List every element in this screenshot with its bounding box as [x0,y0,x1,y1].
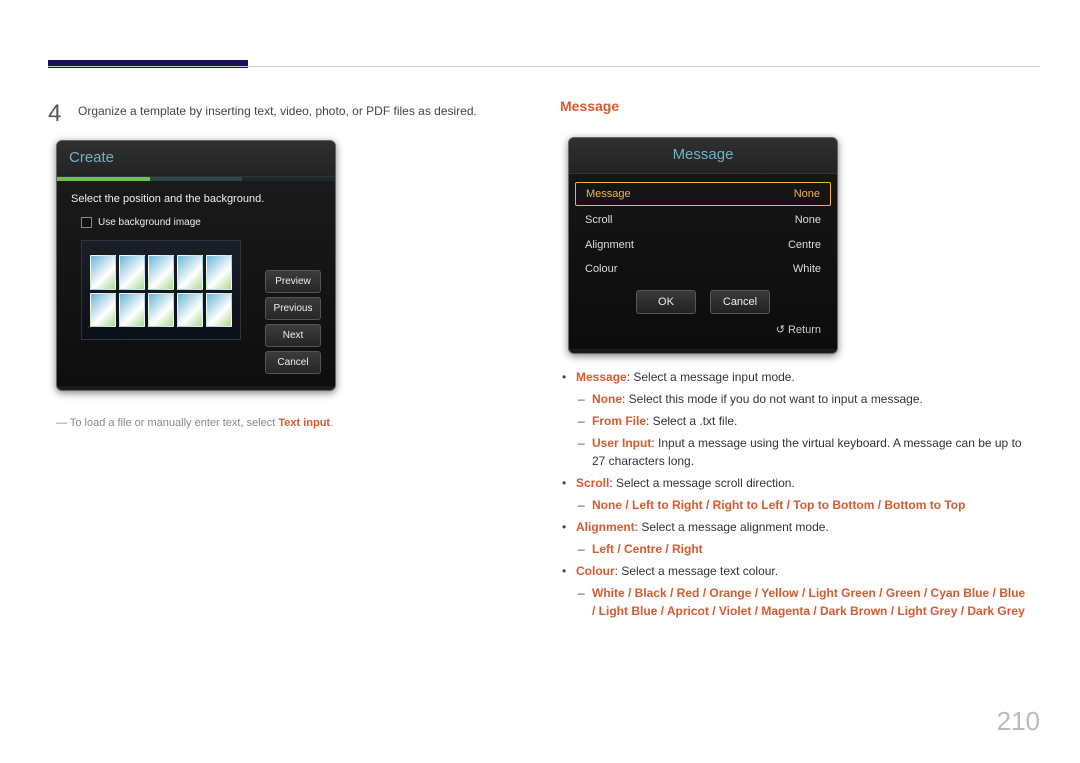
rest: : Select a .txt file. [646,414,737,428]
desc-message: Message: Select a message input mode. [560,368,1030,386]
thumb[interactable] [119,293,145,328]
preview-button[interactable]: Preview [265,270,321,293]
thumb[interactable] [119,255,145,290]
step-text: Organize a template by inserting text, v… [78,96,508,120]
opts: None / Left to Right / Right to Left / T… [592,498,965,512]
create-buttons: Preview Previous Next Cancel [265,270,321,374]
row-scroll[interactable]: Scroll None [573,208,833,233]
thumb[interactable] [90,293,116,328]
next-button[interactable]: Next [265,324,321,347]
bg-checkbox-row[interactable]: Use background image [81,215,321,230]
row-message-value: None [794,186,820,203]
lbl: None [592,392,622,406]
right-column: Message Message Message None Scroll None… [560,96,1030,624]
row-colour[interactable]: Colour White [573,257,833,282]
create-panel-title: Create [57,141,335,177]
row-scroll-value: None [795,212,821,229]
thumb[interactable] [148,255,174,290]
note-highlight: Text input [278,417,330,429]
description-list: Message: Select a message input mode. No… [560,368,1030,620]
thumb[interactable] [177,293,203,328]
thumb[interactable] [177,255,203,290]
row-scroll-label: Scroll [585,212,613,229]
step-number: 4 [48,96,74,132]
rest: : Select a message scroll direction. [609,476,794,490]
desc-alignment: Alignment: Select a message alignment mo… [560,518,1030,536]
note-suffix: . [330,417,333,429]
row-message[interactable]: Message None [575,182,831,207]
opts: White / Black / Red / Orange / Yellow / … [592,586,1025,618]
rest: : Select a message alignment mode. [635,520,829,534]
desc-none: None: Select this mode if you do not wan… [560,390,1030,408]
opts: Left / Centre / Right [592,542,703,556]
desc-fromfile: From File: Select a .txt file. [560,412,1030,430]
top-rule [48,66,1040,67]
section-title-message: Message [560,96,1030,117]
lbl: User Input [592,436,651,450]
message-panel: Message Message None Scroll None Alignme… [568,137,838,354]
desc-scroll: Scroll: Select a message scroll directio… [560,474,1030,492]
left-column: 4 Organize a template by inserting text,… [48,96,508,432]
progress-seg-3 [242,177,335,181]
lbl: From File [592,414,646,428]
thumb[interactable] [148,293,174,328]
progress-seg-2 [150,177,243,181]
desc-scroll-opts: None / Left to Right / Right to Left / T… [560,496,1030,514]
message-panel-title: Message [569,138,837,174]
cancel-button-dialog[interactable]: Cancel [710,290,770,315]
row-message-label: Message [586,186,631,203]
progress-seg-1 [57,177,150,181]
cancel-button[interactable]: Cancel [265,351,321,374]
previous-button[interactable]: Previous [265,297,321,320]
rest: : Select a message text colour. [615,564,778,578]
desc-userinput: User Input: Input a message using the vi… [560,434,1030,470]
create-panel-body: Select the position and the background. … [57,181,335,387]
thumb[interactable] [90,255,116,290]
lbl: Alignment [576,520,635,534]
lbl: Message [576,370,627,384]
row-alignment[interactable]: Alignment Centre [573,233,833,258]
lbl: Scroll [576,476,609,490]
create-instruction: Select the position and the background. [71,191,321,208]
row-alignment-label: Alignment [585,237,634,254]
progress-bar [57,177,335,181]
checkbox-label: Use background image [98,215,201,230]
row-alignment-value: Centre [788,237,821,254]
return-icon [776,324,788,336]
preview-area [81,240,241,340]
thumb[interactable] [206,255,232,290]
return-label: Return [788,324,821,336]
lbl: Colour [576,564,615,578]
rest: : Input a message using the virtual keyb… [592,436,1022,468]
thumb-grid [90,255,232,327]
ok-button[interactable]: OK [636,290,696,315]
rest: : Select this mode if you do not want to… [622,392,923,406]
row-colour-value: White [793,261,821,278]
page-number: 210 [997,702,1040,741]
left-note: To load a file or manually enter text, s… [56,415,508,432]
desc-colour: Colour: Select a message text colour. [560,562,1030,580]
note-prefix: To load a file or manually enter text, s… [70,417,279,429]
rest: : Select a message input mode. [627,370,795,384]
thumb[interactable] [206,293,232,328]
row-colour-label: Colour [585,261,617,278]
desc-alignment-opts: Left / Centre / Right [560,540,1030,558]
desc-colour-opts: White / Black / Red / Orange / Yellow / … [560,584,1030,620]
return-row[interactable]: Return [573,318,833,347]
checkbox-icon[interactable] [81,217,92,228]
create-panel: Create Select the position and the backg… [56,140,336,391]
